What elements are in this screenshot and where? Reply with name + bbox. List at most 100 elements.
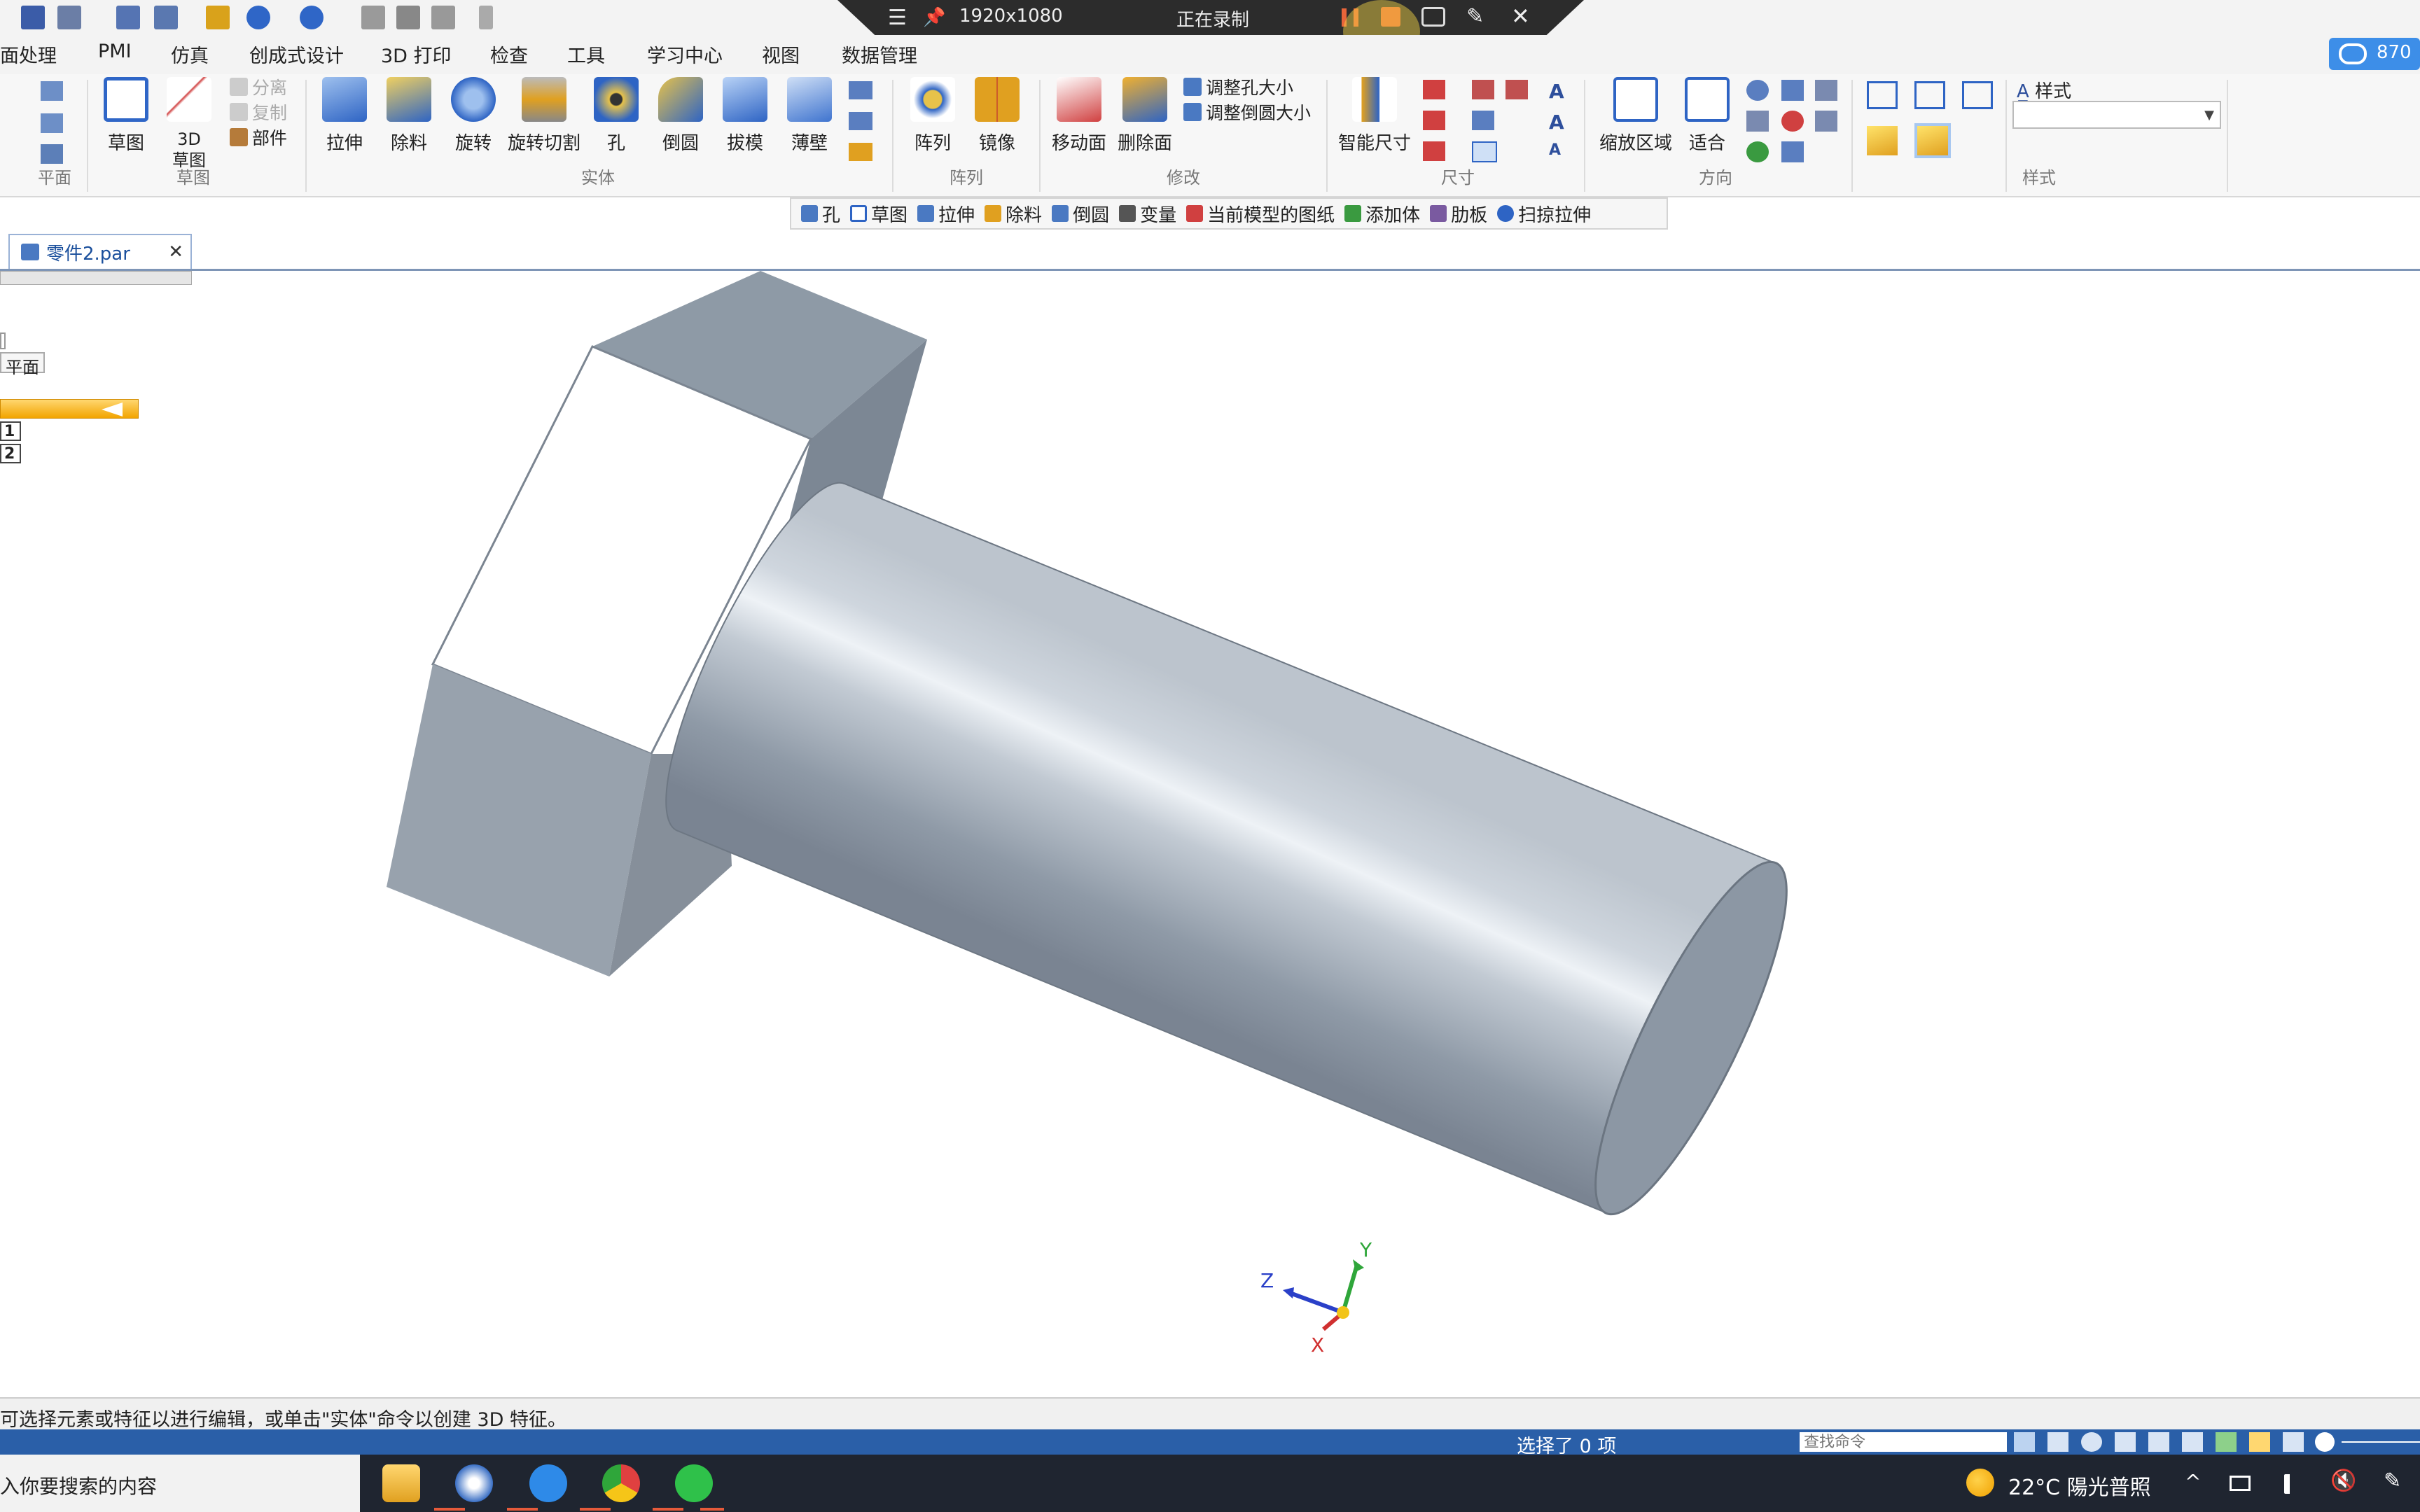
cmd-drawing-of-model[interactable]: 当前模型的图纸 (1186, 201, 1335, 227)
save-all-icon[interactable] (57, 6, 81, 29)
rotate-icon[interactable] (1781, 111, 1804, 132)
delete-face-button[interactable]: 删除面 (1113, 77, 1176, 155)
properties-icon[interactable] (116, 6, 140, 29)
tab-surfacing[interactable]: 面处理 (0, 41, 57, 68)
status-icon-4[interactable] (2148, 1432, 2169, 1452)
view-icon-3[interactable] (1815, 111, 1837, 132)
sketch-3d-button[interactable]: 3D 草图 (160, 77, 218, 171)
tab-view[interactable]: 视图 (762, 41, 800, 68)
file-explorer-icon[interactable] (382, 1464, 420, 1502)
cmd-sketch[interactable]: 草图 (850, 201, 908, 227)
dimension-icon-5[interactable] (1505, 80, 1528, 99)
cmd-round[interactable]: 倒圆 (1052, 201, 1109, 227)
plane-icon[interactable] (41, 81, 63, 101)
tab-simulation[interactable]: 仿真 (171, 41, 209, 68)
pan-icon[interactable] (1781, 80, 1804, 101)
dimension-icon-3[interactable] (1423, 141, 1445, 161)
revolve-button[interactable]: 旋转 (444, 77, 503, 155)
pen-icon[interactable]: ✎ (1466, 4, 1484, 29)
plane-dropdown-icon[interactable] (41, 113, 63, 133)
cmd-add-body[interactable]: 添加体 (1344, 201, 1420, 227)
tab-inspect[interactable]: 检查 (490, 41, 528, 68)
more-solid-icon-3[interactable] (849, 143, 872, 161)
style-dropdown[interactable]: ▼ (2012, 101, 2221, 129)
extrude-button[interactable]: 拉伸 (315, 77, 374, 155)
status-zoom-icon[interactable] (2081, 1432, 2102, 1452)
status-icon-1[interactable] (2014, 1432, 2035, 1452)
save-icon[interactable] (21, 6, 45, 29)
tab-generative-design[interactable]: 创成式设计 (249, 41, 344, 68)
command-search-input[interactable] (1800, 1432, 2007, 1452)
bolt-model[interactable] (0, 271, 2420, 1391)
chrome-icon[interactable] (602, 1464, 640, 1502)
close-tab-icon[interactable]: ✕ (168, 241, 183, 262)
zoom-slider[interactable] (2342, 1441, 2420, 1443)
dimension-icon-7[interactable] (1472, 141, 1497, 162)
more-solid-icon-1[interactable] (849, 81, 872, 99)
tab-tools[interactable]: 工具 (567, 41, 605, 68)
tab-data-management[interactable]: 数据管理 (842, 41, 917, 68)
mirror-button[interactable]: 镜像 (968, 77, 1027, 155)
document-tab[interactable]: 零件2.par ✕ (8, 234, 192, 269)
sketch-button[interactable]: 草图 (97, 77, 155, 155)
redo-icon[interactable] (300, 6, 324, 29)
view-cube-icon-3[interactable] (1962, 81, 1993, 109)
cmd-sweep[interactable]: 扫掠拉伸 (1497, 201, 1591, 227)
link-icon[interactable] (361, 6, 385, 29)
part-button[interactable]: 部件 (230, 125, 287, 150)
baidu-netdisk-icon[interactable] (529, 1464, 567, 1502)
tab-pmi[interactable]: PMI (98, 41, 132, 62)
more-solid-icon-2[interactable] (849, 112, 872, 130)
view-icon-4[interactable] (1781, 141, 1804, 162)
tab-learning[interactable]: 学习中心 (647, 41, 723, 68)
chevron-up-icon[interactable]: ^ (2185, 1470, 2201, 1493)
glasses-icon[interactable] (431, 6, 455, 29)
text-size-icon-1[interactable]: A (1549, 80, 1564, 103)
resize-hole-button[interactable]: 调整孔大小 (1183, 74, 1293, 99)
hole-button[interactable]: 孔 (587, 77, 646, 155)
print-icon[interactable] (154, 6, 178, 29)
cmd-variables[interactable]: 变量 (1119, 201, 1176, 227)
revolved-cutout-button[interactable]: 旋转切割 (506, 77, 583, 155)
text-size-icon-2[interactable]: A (1549, 111, 1564, 134)
status-icon-5[interactable] (2182, 1432, 2203, 1452)
weather-text[interactable]: 22°C 陽光普照 (2008, 1470, 2151, 1501)
dimension-icon-1[interactable] (1423, 80, 1445, 99)
coordinate-system-icon[interactable] (41, 144, 63, 164)
thin-wall-button[interactable]: 薄壁 (780, 77, 839, 155)
zoom-out-icon[interactable] (2315, 1432, 2335, 1452)
round-button[interactable]: 倒圆 (651, 77, 710, 155)
undo-icon[interactable] (246, 6, 270, 29)
smart-dimension-button[interactable]: 智能尺寸 (1336, 77, 1413, 155)
fit-button[interactable]: 适合 (1678, 77, 1737, 155)
close-icon[interactable]: ✕ (1511, 3, 1530, 29)
status-icon-7[interactable] (2249, 1432, 2270, 1452)
weather-sun-icon[interactable] (1966, 1469, 1994, 1497)
text-size-icon-3[interactable]: A (1549, 141, 1561, 159)
cloud-sync-badge[interactable]: 870 (2329, 38, 2420, 70)
shaded-edges-view-icon[interactable] (1914, 123, 1951, 158)
shaded-view-icon[interactable] (1867, 126, 1898, 155)
zoom-area-button[interactable]: 缩放区域 (1594, 77, 1678, 155)
pin-icon[interactable]: 📌 (923, 7, 945, 28)
volume-muted-icon[interactable]: 🔇 (2330, 1469, 2356, 1493)
pattern-button[interactable]: 阵列 (903, 77, 962, 155)
browser-icon[interactable] (455, 1464, 493, 1502)
draft-button[interactable]: 拔模 (716, 77, 774, 155)
km-icon[interactable] (396, 6, 420, 29)
taskbar-search[interactable]: 入你要搜索的内容 (0, 1455, 360, 1512)
zoom-icon[interactable] (1746, 80, 1769, 101)
cmd-cutout[interactable]: 除料 (985, 201, 1042, 227)
status-icon-3[interactable] (2115, 1432, 2136, 1452)
cutout-button[interactable]: 除料 (380, 77, 438, 155)
view-cube-icon-2[interactable] (1914, 81, 1945, 109)
pen-tray-icon[interactable]: ✎ (2384, 1469, 2401, 1493)
tab-3d-print[interactable]: 3D 打印 (381, 41, 452, 68)
status-icon-8[interactable] (2283, 1432, 2304, 1452)
dimension-icon-6[interactable] (1472, 111, 1494, 130)
orbit-icon[interactable] (1746, 141, 1769, 162)
status-icon-2[interactable] (2047, 1432, 2068, 1452)
wifi-icon[interactable] (2284, 1474, 2307, 1494)
view-icon-1[interactable] (1815, 80, 1837, 101)
dimension-icon-4[interactable] (1472, 80, 1494, 99)
